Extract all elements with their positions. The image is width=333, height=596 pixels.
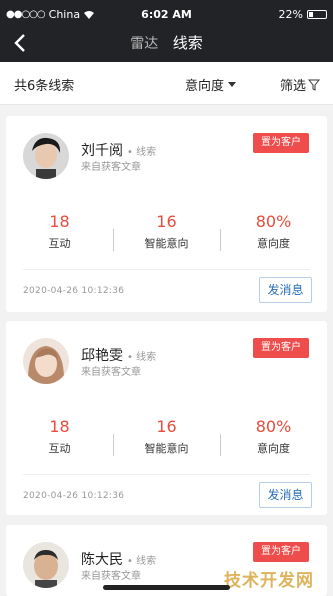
lead-card[interactable]: 邱艳雯 • 线索 来自获客文章 置为客户 18 互动 16 智能意向 80% 意向… — [6, 321, 327, 515]
stat-intent-degree: 80% 意向度 — [220, 417, 327, 456]
lead-count: 共6条线索 — [14, 79, 75, 94]
lead-name: 邱艳雯 • 线索 — [81, 345, 156, 365]
avatar — [23, 542, 69, 588]
set-customer-button[interactable]: 置为客户 — [253, 338, 309, 358]
nav-bar: 雷达 线索 — [0, 28, 333, 60]
divider — [23, 269, 310, 270]
filter-bar: 共6条线索 意向度 筛选 — [0, 62, 333, 105]
lead-source: 来自获客文章 — [81, 367, 141, 378]
status-bar: ●●○○○ China 6:02 AM 22% — [0, 0, 333, 30]
lead-tag: • 线索 — [127, 352, 157, 363]
stats-row: 18 互动 16 智能意向 80% 意向度 — [6, 417, 327, 467]
funnel-icon — [308, 79, 321, 91]
stat-label: 意向度 — [257, 237, 290, 250]
lead-source: 来自获客文章 — [81, 162, 141, 173]
stat-smart-intent: 16 智能意向 — [113, 212, 220, 251]
stat-interaction: 18 互动 — [6, 212, 113, 251]
timestamp: 2020-04-26 10:12:36 — [23, 286, 125, 296]
sort-label: 意向度 — [185, 79, 225, 94]
stat-value: 80% — [255, 417, 292, 436]
header: ●●○○○ China 6:02 AM 22% 雷达 线索 — [0, 0, 333, 62]
stat-value: 18 — [49, 417, 70, 436]
stat-value: 16 — [156, 417, 177, 436]
stat-interaction: 18 互动 — [6, 417, 113, 456]
lead-name: 陈大民 • 线索 — [81, 549, 156, 569]
divider — [23, 474, 310, 475]
stats-row: 18 互动 16 智能意向 80% 意向度 — [6, 212, 327, 262]
lead-name-text: 刘千阅 — [81, 143, 123, 159]
stat-value: 16 — [156, 212, 177, 231]
battery-percent: 22% — [278, 8, 303, 21]
timestamp: 2020-04-26 10:12:36 — [23, 491, 125, 501]
stat-intent-degree: 80% 意向度 — [220, 212, 327, 251]
stat-label: 智能意向 — [144, 442, 189, 455]
lead-tag-text: 线索 — [136, 556, 157, 567]
avatar — [23, 133, 69, 179]
set-customer-button[interactable]: 置为客户 — [253, 133, 309, 153]
lead-name-text: 陈大民 — [81, 552, 123, 568]
filter-label: 筛选 — [280, 79, 307, 94]
stat-label: 互动 — [48, 442, 71, 455]
stat-label: 意向度 — [257, 442, 290, 455]
stat-smart-intent: 16 智能意向 — [113, 417, 220, 456]
lead-name: 刘千阅 • 线索 — [81, 140, 156, 160]
lead-tag: • 线索 — [127, 147, 157, 158]
home-indicator[interactable] — [103, 585, 230, 590]
stat-label: 智能意向 — [144, 237, 189, 250]
avatar — [23, 338, 69, 384]
stat-value: 18 — [49, 212, 70, 231]
battery-icon — [307, 10, 327, 19]
stat-value: 80% — [255, 212, 292, 231]
caret-down-icon — [228, 82, 237, 87]
sort-dropdown[interactable]: 意向度 — [185, 75, 237, 94]
lead-tag-text: 线索 — [136, 352, 157, 363]
watermark: 技术开发网 — [224, 571, 314, 591]
tab-leads[interactable]: 线索 — [173, 34, 203, 52]
lead-card[interactable]: 刘千阅 • 线索 来自获客文章 置为客户 18 互动 16 智能意向 80% 意向… — [6, 116, 327, 312]
lead-tag: • 线索 — [127, 556, 157, 567]
lead-tag-text: 线索 — [136, 147, 157, 158]
set-customer-button[interactable]: 置为客户 — [253, 542, 309, 562]
send-message-button[interactable]: 发消息 — [259, 277, 312, 303]
lead-source: 来自获客文章 — [81, 571, 141, 582]
send-message-button[interactable]: 发消息 — [259, 482, 312, 508]
lead-name-text: 邱艳雯 — [81, 348, 123, 364]
filter-button[interactable]: 筛选 — [280, 75, 321, 94]
stat-label: 互动 — [48, 237, 71, 250]
tab-radar[interactable]: 雷达 — [130, 36, 158, 52]
